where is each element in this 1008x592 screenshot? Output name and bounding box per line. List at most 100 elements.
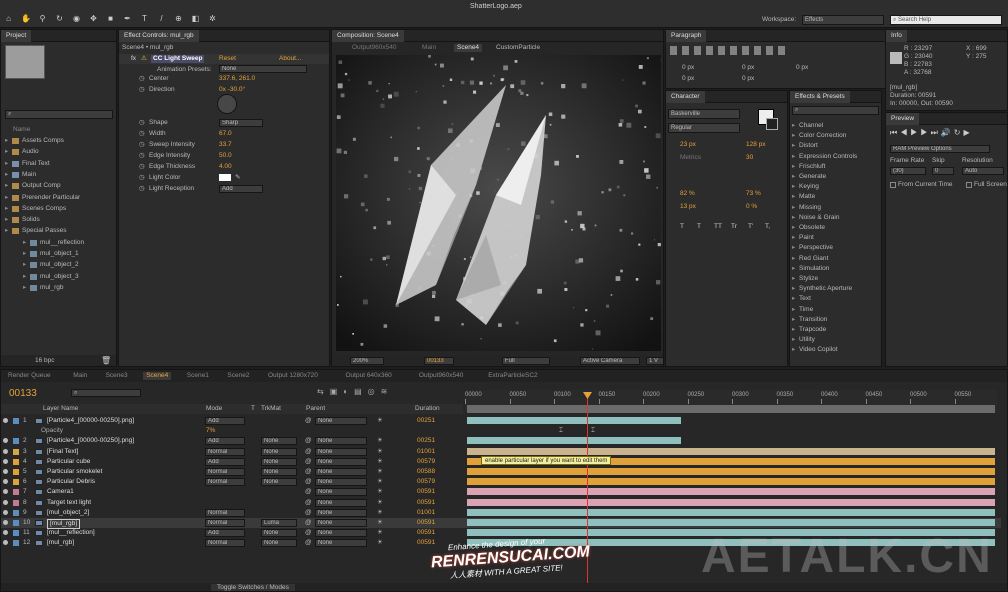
timeline-tab[interactable]: Output960x540 <box>416 372 466 380</box>
composition-viewer[interactable] <box>336 55 661 351</box>
solo-icon[interactable]: ☀ <box>377 509 383 517</box>
solo-icon[interactable]: ☀ <box>377 458 383 466</box>
expand-arrow-icon[interactable]: ▸ <box>5 171 8 179</box>
eye-icon[interactable] <box>3 479 8 485</box>
layer-parent-select[interactable]: None <box>315 447 367 456</box>
layer-name[interactable]: [Particle4_[00000-00250].png] <box>47 437 134 445</box>
layer-trkmat-select[interactable]: None <box>261 529 297 538</box>
stopwatch-icon[interactable]: ◷ <box>139 119 145 127</box>
layer-duration-bar[interactable] <box>467 417 681 424</box>
solo-icon[interactable]: ☀ <box>377 448 383 456</box>
effects-category[interactable]: ▸ Obsolete <box>790 224 881 234</box>
stopwatch-icon[interactable]: ◷ <box>139 163 145 171</box>
layer-duration[interactable]: 00591 <box>417 488 435 496</box>
layer-row[interactable]: 5 Particular smokelet Normal None @ None ☀ 0058… <box>1 467 1001 477</box>
layer-duration-bar[interactable] <box>467 478 995 486</box>
expand-arrow-icon[interactable]: ▸ <box>23 284 26 292</box>
home-icon[interactable]: ⌂ <box>4 14 13 23</box>
layer-parent-select[interactable]: None <box>315 417 367 425</box>
timeline-tab[interactable]: Main <box>70 372 90 380</box>
effects-category[interactable]: ▸ Perspective <box>790 244 881 254</box>
expand-arrow-icon[interactable]: ▸ <box>792 122 795 130</box>
eye-icon[interactable] <box>3 438 8 444</box>
project-item[interactable]: ▸ Audio <box>1 147 116 157</box>
effect-param-value[interactable]: 33.7 <box>219 141 232 149</box>
solo-icon[interactable]: ☀ <box>377 488 383 496</box>
layer-duration-bar[interactable] <box>467 468 995 475</box>
label-color-swatch[interactable] <box>13 458 19 465</box>
expand-arrow-icon[interactable]: ▸ <box>5 148 8 156</box>
layer-mode-select[interactable]: Normal <box>205 539 245 548</box>
effects-category[interactable]: ▸ Color Correction <box>790 132 881 142</box>
stopwatch-icon[interactable]: ◷ <box>139 185 145 193</box>
layer-duration-bar[interactable] <box>467 447 995 455</box>
effects-category[interactable]: ▸ Distort <box>790 142 881 152</box>
layer-duration[interactable]: 00251 <box>417 417 435 425</box>
layer-row[interactable]: 1 [Particle4_[00000-00250].png] Add @ None ☀ 0… <box>1 416 1001 426</box>
effects-category[interactable]: ▸ Generate <box>790 173 881 183</box>
view-select[interactable]: 1 V <box>646 357 663 365</box>
about-link[interactable]: About... <box>279 55 301 63</box>
effect-param-value[interactable]: 0x -30.0° <box>219 86 245 94</box>
effects-category[interactable]: ▸ Video Copilot <box>790 346 881 356</box>
eye-icon[interactable] <box>3 469 8 474</box>
solo-icon[interactable]: ☀ <box>377 529 383 537</box>
layer-parent-select[interactable]: None <box>315 437 367 446</box>
layer-mode-select[interactable]: Normal <box>205 478 245 487</box>
layer-name[interactable]: [Particle4_[00000-00250].png] <box>47 417 134 425</box>
stopwatch-icon[interactable]: ◷ <box>139 174 145 182</box>
stopwatch-icon[interactable]: ◷ <box>139 152 145 160</box>
layer-duration-bar[interactable] <box>467 437 681 445</box>
eye-icon[interactable] <box>3 418 8 423</box>
label-color-swatch[interactable] <box>13 418 19 424</box>
parent-pickwhip-icon[interactable]: @ <box>305 468 312 476</box>
label-color-swatch[interactable] <box>13 448 19 455</box>
layer-trkmat-select[interactable]: None <box>261 437 297 446</box>
layer-row[interactable]: 8 Target text light @ None ☀ 00591 <box>1 498 1001 508</box>
keyframe-icon[interactable]: ⌶ <box>591 427 595 435</box>
layer-mode-select[interactable]: Normal <box>205 519 245 527</box>
layer-name[interactable]: [mul_object_2] <box>47 509 89 517</box>
frame-rate-select[interactable]: (30) <box>890 167 926 175</box>
timeline-tab[interactable]: Output 640x360 <box>343 372 395 380</box>
tab-effect-controls[interactable]: Effect Controls: mul_rgb <box>119 30 199 42</box>
layer-parent-select[interactable]: None <box>315 529 367 538</box>
last-frame-icon[interactable]: ⏭ <box>931 128 941 137</box>
layer-row[interactable]: 6 Particular Debris Normal None @ None ☀ 00579 <box>1 477 1001 487</box>
effect-param-value[interactable]: 67.0 <box>219 130 232 138</box>
eyedropper-icon[interactable]: ✎ <box>235 174 240 182</box>
solo-icon[interactable]: ☀ <box>377 417 383 425</box>
timeline-tab[interactable]: Output 1280x720 <box>265 372 321 380</box>
layer-duration[interactable]: 01001 <box>417 509 435 517</box>
label-color-swatch[interactable] <box>13 509 19 516</box>
layer-duration-bar[interactable] <box>467 519 995 526</box>
project-item[interactable]: ▸ Special Passes <box>1 226 116 236</box>
project-item[interactable]: ▸ Assets Comps <box>1 136 116 146</box>
parent-pickwhip-icon[interactable]: @ <box>305 448 312 456</box>
parent-pickwhip-icon[interactable]: @ <box>305 417 312 425</box>
stopwatch-icon[interactable]: ◷ <box>139 141 145 149</box>
layer-duration-bar[interactable] <box>467 488 995 496</box>
expand-arrow-icon[interactable]: ▸ <box>792 173 795 181</box>
expand-arrow-icon[interactable]: ▸ <box>792 132 795 140</box>
layer-trkmat-select[interactable]: None <box>261 447 297 456</box>
expand-arrow-icon[interactable]: ▸ <box>792 336 795 344</box>
skip-select[interactable]: 0 <box>932 167 954 175</box>
layer-mode-select[interactable]: Normal <box>205 447 245 456</box>
tab-info[interactable]: Info <box>886 30 907 42</box>
layer-name[interactable]: Particular smokelet <box>47 468 102 476</box>
full-screen-checkbox[interactable] <box>966 182 972 188</box>
trash-icon[interactable]: 🗑 <box>101 356 111 365</box>
rotate-icon[interactable]: ↻ <box>55 14 64 23</box>
effect-name[interactable]: CC Light Sweep <box>151 55 205 63</box>
layer-trkmat-select[interactable]: None <box>261 539 297 548</box>
pan-icon[interactable]: ✥ <box>89 14 98 23</box>
camera-select[interactable]: Active Camera <box>580 357 640 365</box>
expand-arrow-icon[interactable]: ▸ <box>792 204 795 212</box>
expand-arrow-icon[interactable]: ▸ <box>5 137 8 145</box>
font-select[interactable]: Baskerville <box>668 109 740 119</box>
brush-icon[interactable]: / <box>157 14 166 23</box>
label-color-swatch[interactable] <box>13 520 19 526</box>
type-icon[interactable]: T <box>140 14 149 23</box>
expand-arrow-icon[interactable]: ▸ <box>792 193 795 201</box>
